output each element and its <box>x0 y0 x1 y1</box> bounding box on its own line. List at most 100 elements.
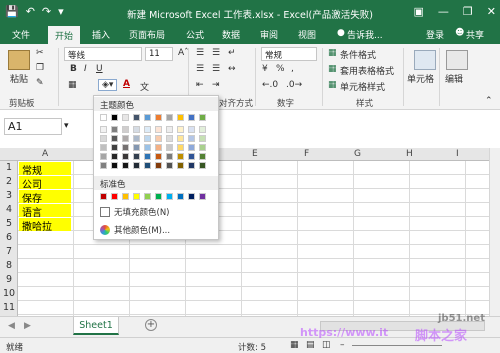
color-swatch[interactable] <box>100 126 107 133</box>
cell-styles-button[interactable]: 单元格样式 <box>340 80 385 93</box>
color-swatch[interactable] <box>133 144 140 151</box>
color-swatch[interactable] <box>111 144 118 151</box>
color-swatch[interactable] <box>100 114 107 121</box>
normal-view-icon[interactable]: ▦ <box>290 340 299 350</box>
no-fill-item[interactable]: 无填充颜色(N) <box>100 206 170 218</box>
color-swatch[interactable] <box>177 153 184 160</box>
color-swatch[interactable] <box>199 114 206 121</box>
color-swatch[interactable] <box>155 144 162 151</box>
conditional-format-button[interactable]: 条件格式 <box>340 48 376 61</box>
sheet-tab[interactable]: Sheet1 <box>73 317 119 335</box>
cell-a2[interactable]: 公司 <box>19 176 71 191</box>
page-break-view-icon[interactable]: ◫ <box>322 340 331 350</box>
cells-icon[interactable] <box>414 50 436 70</box>
color-swatch[interactable] <box>177 162 184 169</box>
paste-button[interactable]: 粘贴 <box>10 72 28 85</box>
tab-file[interactable]: 文件 <box>12 28 30 41</box>
standard-color-swatch[interactable] <box>100 193 107 200</box>
color-swatch[interactable] <box>177 114 184 121</box>
row-header[interactable]: 7 <box>0 246 18 257</box>
row-header[interactable]: 2 <box>0 176 18 187</box>
format-painter-icon[interactable]: ✎ <box>36 78 44 88</box>
tab-view[interactable]: 视图 <box>298 28 316 41</box>
format-as-table-button[interactable]: 套用表格格式 <box>340 64 394 77</box>
cell-a1[interactable]: 常规 <box>19 162 71 177</box>
color-swatch[interactable] <box>166 162 173 169</box>
align-top-icon[interactable]: ☰ <box>196 48 204 58</box>
increase-decimal-icon[interactable]: ←.0 <box>262 80 278 90</box>
cell-grid[interactable] <box>18 161 490 316</box>
italic-button[interactable]: I <box>84 64 87 74</box>
row-header[interactable]: 8 <box>0 260 18 271</box>
color-swatch[interactable] <box>122 153 129 160</box>
color-swatch[interactable] <box>133 153 140 160</box>
standard-color-swatch[interactable] <box>133 193 140 200</box>
color-swatch[interactable] <box>111 126 118 133</box>
share-button[interactable]: 共享 <box>466 28 484 41</box>
color-swatch[interactable] <box>166 114 173 121</box>
column-header[interactable]: F <box>304 149 309 159</box>
color-swatch[interactable] <box>199 126 206 133</box>
tab-page-layout[interactable]: 页面布局 <box>129 28 165 41</box>
color-swatch[interactable] <box>100 153 107 160</box>
restore-icon[interactable]: ❐ <box>463 5 473 18</box>
zoom-out-icon[interactable]: – <box>340 340 345 350</box>
cell-a3[interactable]: 保存 <box>19 190 71 205</box>
color-swatch[interactable] <box>144 135 151 142</box>
standard-color-swatch[interactable] <box>111 193 118 200</box>
zoom-slider[interactable] <box>352 345 442 346</box>
column-header[interactable]: A <box>42 149 48 159</box>
color-swatch[interactable] <box>199 135 206 142</box>
search-icon[interactable] <box>446 50 468 70</box>
percent-button[interactable]: % <box>276 64 285 74</box>
name-box[interactable]: A1 <box>4 118 62 135</box>
color-swatch[interactable] <box>111 153 118 160</box>
color-swatch[interactable] <box>144 114 151 121</box>
tab-review[interactable]: 审阅 <box>260 28 278 41</box>
color-swatch[interactable] <box>188 162 195 169</box>
bold-button[interactable]: B <box>70 64 77 74</box>
tab-insert[interactable]: 插入 <box>92 28 110 41</box>
color-swatch[interactable] <box>155 153 162 160</box>
row-header[interactable]: 3 <box>0 190 18 201</box>
standard-color-swatch[interactable] <box>199 193 206 200</box>
increase-indent-icon[interactable]: ⇥ <box>212 80 220 90</box>
standard-color-swatch[interactable] <box>166 193 173 200</box>
cut-icon[interactable]: ✂ <box>36 48 44 58</box>
color-swatch[interactable] <box>122 162 129 169</box>
name-box-dropdown-icon[interactable]: ▾ <box>64 121 69 131</box>
color-swatch[interactable] <box>133 135 140 142</box>
color-swatch[interactable] <box>111 114 118 121</box>
row-header[interactable]: 9 <box>0 274 18 285</box>
standard-color-swatch[interactable] <box>122 193 129 200</box>
color-swatch[interactable] <box>133 162 140 169</box>
decrease-decimal-icon[interactable]: .0→ <box>286 80 302 90</box>
color-swatch[interactable] <box>188 153 195 160</box>
color-swatch[interactable] <box>199 144 206 151</box>
color-swatch[interactable] <box>188 114 195 121</box>
color-swatch[interactable] <box>188 135 195 142</box>
row-header[interactable]: 4 <box>0 204 18 215</box>
merge-cells-icon[interactable]: ↔ <box>228 64 236 74</box>
page-layout-view-icon[interactable]: ▤ <box>306 340 315 350</box>
color-swatch[interactable] <box>166 126 173 133</box>
color-swatch[interactable] <box>144 162 151 169</box>
column-header[interactable]: E <box>252 149 258 159</box>
color-swatch[interactable] <box>199 162 206 169</box>
color-swatch[interactable] <box>177 144 184 151</box>
color-swatch[interactable] <box>122 144 129 151</box>
standard-color-swatch[interactable] <box>188 193 195 200</box>
color-swatch[interactable] <box>188 126 195 133</box>
row-header[interactable]: 6 <box>0 232 18 243</box>
color-swatch[interactable] <box>122 126 129 133</box>
login-link[interactable]: 登录 <box>426 28 444 41</box>
collapse-ribbon-icon[interactable]: ⌃ <box>485 96 493 106</box>
color-swatch[interactable] <box>122 135 129 142</box>
align-middle-icon[interactable]: ☰ <box>212 48 220 58</box>
comma-button[interactable]: , <box>291 64 294 74</box>
wrap-text-icon[interactable]: ↵ <box>228 48 236 58</box>
color-swatch[interactable] <box>133 126 140 133</box>
color-swatch[interactable] <box>155 162 162 169</box>
cells-button[interactable]: 单元格 <box>407 72 434 85</box>
paste-icon[interactable] <box>8 50 30 70</box>
